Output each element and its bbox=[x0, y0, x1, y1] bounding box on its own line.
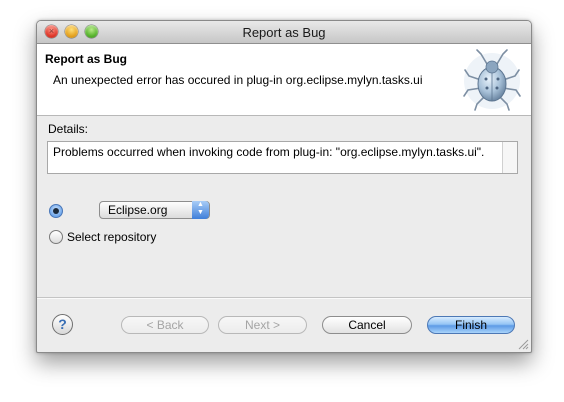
select-arrows-icon: ▲ ▼ bbox=[192, 201, 209, 219]
help-button[interactable]: ? bbox=[52, 314, 73, 335]
details-scrollbar[interactable] bbox=[502, 142, 517, 173]
help-icon: ? bbox=[58, 316, 67, 332]
select-repository-radio[interactable] bbox=[49, 230, 63, 244]
details-text: Problems occurred when invoking code fro… bbox=[53, 145, 485, 159]
radio-selected-dot bbox=[53, 208, 59, 214]
resize-grip-icon[interactable] bbox=[518, 339, 529, 350]
title-bar[interactable]: × Report as Bug bbox=[37, 21, 531, 44]
repository-select[interactable]: Eclipse.org ▲ ▼ bbox=[99, 201, 210, 219]
select-repository-label[interactable]: Select repository bbox=[67, 230, 156, 244]
header-title: Report as Bug bbox=[45, 52, 128, 66]
back-button[interactable]: < Back bbox=[121, 316, 209, 334]
details-label: Details: bbox=[48, 122, 89, 136]
header-message: An unexpected error has occured in plug-… bbox=[53, 73, 423, 87]
dialog-header: Report as Bug An unexpected error has oc… bbox=[37, 44, 531, 116]
window-title: Report as Bug bbox=[242, 25, 326, 40]
repository-option-radio[interactable] bbox=[49, 204, 63, 218]
cancel-button[interactable]: Cancel bbox=[322, 316, 412, 334]
next-button[interactable]: Next > bbox=[218, 316, 307, 334]
report-bug-dialog: × Report as Bug Report as Bug An unexpec… bbox=[36, 20, 532, 353]
bug-icon bbox=[463, 49, 521, 111]
repository-select-value: Eclipse.org bbox=[108, 203, 168, 217]
finish-button[interactable]: Finish bbox=[427, 316, 515, 334]
details-text-area[interactable]: Problems occurred when invoking code fro… bbox=[47, 141, 518, 174]
footer-divider bbox=[37, 297, 531, 299]
